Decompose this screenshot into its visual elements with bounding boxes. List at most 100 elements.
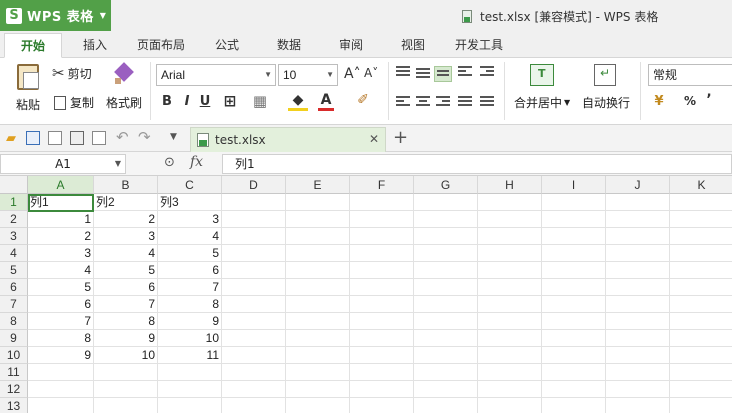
cell[interactable] bbox=[542, 330, 606, 347]
cell[interactable] bbox=[542, 296, 606, 313]
tab-view[interactable]: 视图 bbox=[384, 33, 442, 58]
cell[interactable] bbox=[414, 245, 478, 262]
cell[interactable] bbox=[286, 228, 350, 245]
cell[interactable] bbox=[222, 228, 286, 245]
cell[interactable]: 4 bbox=[94, 245, 158, 262]
cell[interactable] bbox=[222, 381, 286, 398]
cell[interactable] bbox=[286, 330, 350, 347]
cell[interactable]: 2 bbox=[94, 211, 158, 228]
cell[interactable] bbox=[286, 211, 350, 228]
new-tab-icon[interactable]: + bbox=[393, 127, 408, 148]
cell[interactable] bbox=[542, 262, 606, 279]
chevron-down-icon[interactable]: ▼ bbox=[170, 132, 184, 146]
cell[interactable] bbox=[222, 398, 286, 413]
cell[interactable]: 3 bbox=[94, 228, 158, 245]
column-header[interactable]: C bbox=[158, 176, 222, 194]
cell[interactable] bbox=[350, 381, 414, 398]
row-header[interactable]: 9 bbox=[0, 330, 28, 347]
cell[interactable] bbox=[94, 364, 158, 381]
cell[interactable] bbox=[350, 262, 414, 279]
cell[interactable] bbox=[478, 398, 542, 413]
merge-center-icon[interactable] bbox=[530, 64, 554, 86]
increase-font-icon[interactable]: A˄ bbox=[344, 66, 361, 82]
paste-button[interactable]: 粘贴 bbox=[8, 64, 48, 113]
column-header[interactable]: G bbox=[414, 176, 478, 194]
cell[interactable]: 8 bbox=[158, 296, 222, 313]
cell[interactable] bbox=[606, 330, 670, 347]
cell[interactable] bbox=[286, 381, 350, 398]
fill-color-icon[interactable]: ◆ bbox=[288, 92, 308, 111]
save-icon[interactable] bbox=[26, 131, 40, 145]
decrease-font-icon[interactable]: A˅ bbox=[364, 66, 378, 80]
cell[interactable]: 7 bbox=[158, 279, 222, 296]
row-header[interactable]: 8 bbox=[0, 313, 28, 330]
cell[interactable] bbox=[414, 313, 478, 330]
row-header[interactable]: 13 bbox=[0, 398, 28, 413]
cell[interactable] bbox=[478, 296, 542, 313]
cell[interactable] bbox=[414, 330, 478, 347]
cell[interactable] bbox=[670, 381, 732, 398]
cell[interactable] bbox=[94, 381, 158, 398]
cell[interactable]: 1 bbox=[28, 211, 94, 228]
cell[interactable] bbox=[670, 245, 732, 262]
cell[interactable]: 4 bbox=[28, 262, 94, 279]
cell[interactable] bbox=[286, 398, 350, 413]
cell[interactable]: 3 bbox=[158, 211, 222, 228]
cell[interactable] bbox=[222, 211, 286, 228]
cell[interactable] bbox=[670, 279, 732, 296]
column-header[interactable]: I bbox=[542, 176, 606, 194]
cell[interactable]: 9 bbox=[94, 330, 158, 347]
cell[interactable] bbox=[158, 381, 222, 398]
tab-developer[interactable]: 开发工具 bbox=[446, 33, 512, 58]
cell[interactable] bbox=[606, 279, 670, 296]
cell[interactable] bbox=[542, 381, 606, 398]
row-header[interactable]: 10 bbox=[0, 347, 28, 364]
cell[interactable]: 列1 bbox=[28, 194, 94, 211]
align-left-icon[interactable] bbox=[396, 96, 410, 108]
cell[interactable] bbox=[350, 228, 414, 245]
cell[interactable]: 7 bbox=[28, 313, 94, 330]
cell[interactable] bbox=[350, 211, 414, 228]
cell[interactable]: 10 bbox=[94, 347, 158, 364]
cell[interactable] bbox=[542, 313, 606, 330]
cell[interactable] bbox=[222, 364, 286, 381]
cell[interactable] bbox=[350, 296, 414, 313]
justify-icon[interactable] bbox=[458, 96, 472, 108]
cell[interactable]: 5 bbox=[28, 279, 94, 296]
cell[interactable] bbox=[478, 364, 542, 381]
cell[interactable] bbox=[670, 398, 732, 413]
cell[interactable]: 5 bbox=[158, 245, 222, 262]
cell[interactable] bbox=[286, 262, 350, 279]
indent-decrease-icon[interactable] bbox=[458, 66, 472, 78]
column-header[interactable]: F bbox=[350, 176, 414, 194]
cell[interactable] bbox=[478, 313, 542, 330]
cell[interactable] bbox=[414, 194, 478, 211]
cell[interactable] bbox=[414, 398, 478, 413]
export-pdf-icon[interactable] bbox=[48, 131, 62, 145]
cell[interactable]: 列3 bbox=[158, 194, 222, 211]
currency-icon[interactable]: ¥ bbox=[650, 94, 668, 109]
cell[interactable] bbox=[414, 228, 478, 245]
row-header[interactable]: 5 bbox=[0, 262, 28, 279]
cell[interactable] bbox=[606, 245, 670, 262]
align-bottom-icon[interactable] bbox=[434, 66, 452, 82]
tab-data[interactable]: 数据 bbox=[260, 33, 318, 58]
row-header[interactable]: 2 bbox=[0, 211, 28, 228]
cell[interactable] bbox=[414, 211, 478, 228]
cell[interactable] bbox=[542, 347, 606, 364]
row-header[interactable]: 1 bbox=[0, 194, 28, 211]
cell[interactable]: 9 bbox=[28, 347, 94, 364]
cell[interactable] bbox=[670, 313, 732, 330]
cell[interactable]: 2 bbox=[28, 228, 94, 245]
tab-insert[interactable]: 插入 bbox=[66, 33, 124, 58]
cell[interactable] bbox=[414, 364, 478, 381]
cell[interactable] bbox=[478, 211, 542, 228]
number-format-select[interactable]: 常规 bbox=[648, 64, 732, 86]
cell[interactable] bbox=[542, 279, 606, 296]
spreadsheet-grid[interactable]: A B C D E F G H I J K 1 列1 列2 列3 2 1 2 3 3 2 3 4 4 3 4 5 5 4 5 6 6 5 6 7 7 6… bbox=[0, 176, 732, 413]
name-box[interactable]: A1 ▼ bbox=[0, 154, 126, 174]
cell[interactable] bbox=[478, 262, 542, 279]
cell[interactable] bbox=[286, 364, 350, 381]
cell[interactable] bbox=[606, 296, 670, 313]
bold-button[interactable]: B bbox=[160, 94, 174, 109]
